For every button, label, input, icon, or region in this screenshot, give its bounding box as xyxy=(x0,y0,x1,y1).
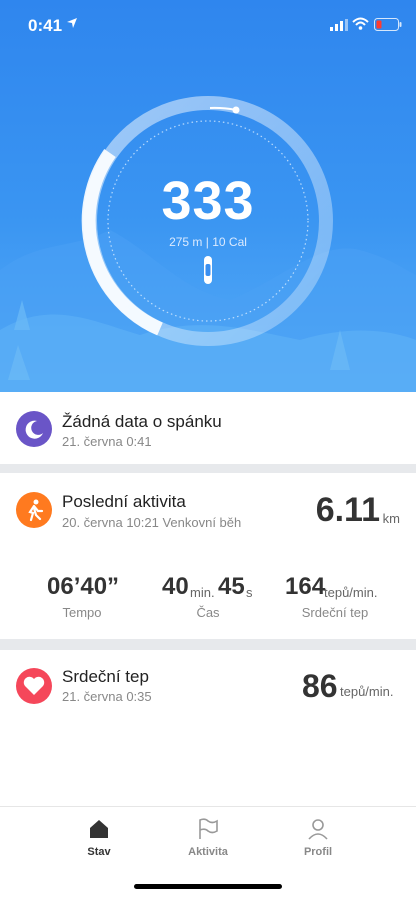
hero-panel: 0:41 333 275 m | 10 Cal xyxy=(0,0,416,392)
activity-card[interactable]: Poslední aktivita 20. června 10:21 Venko… xyxy=(0,473,416,639)
running-icon xyxy=(16,492,52,528)
svg-text:z: z xyxy=(33,423,37,431)
tab-label: Aktivita xyxy=(188,846,228,858)
heart-rate-card[interactable]: Srdeční tep 21. června 0:35 86 tepů/min. xyxy=(0,650,416,750)
moon-icon: z xyxy=(16,411,52,447)
divider xyxy=(0,464,416,473)
wifi-icon xyxy=(352,17,369,30)
time-minutes: 40 xyxy=(162,573,189,600)
sleep-card[interactable]: z Žádná data o spánku 21. června 0:41 xyxy=(0,392,416,464)
heart-unit: tepů/min. xyxy=(340,684,394,699)
location-arrow-icon xyxy=(67,18,77,28)
home-indicator xyxy=(134,884,282,889)
tab-label: Stav xyxy=(87,846,111,858)
hr-unit: tepů/min. xyxy=(324,585,378,600)
pace-label: Tempo xyxy=(62,605,102,620)
time-seconds-unit: s xyxy=(246,585,253,600)
time-label: Čas xyxy=(196,605,220,620)
status-time: 0:41 xyxy=(28,16,63,35)
hr-label: Srdeční tep xyxy=(301,605,369,620)
status-bar: 0:41 xyxy=(0,0,416,50)
activity-distance: 6.11 xyxy=(315,491,380,529)
heart-value: 86 xyxy=(302,668,338,704)
distance-unit: km xyxy=(382,511,400,526)
flag-icon xyxy=(199,818,218,839)
heart-title: Srdeční tep xyxy=(62,667,149,686)
time-minutes-unit: min. xyxy=(190,585,215,600)
tab-aktivita[interactable]: Aktivita xyxy=(168,812,248,858)
distance-calories: 275 m | 10 Cal xyxy=(169,235,247,249)
divider xyxy=(0,639,416,650)
activity-date-type: 20. června 10:21 Venkovní běh xyxy=(62,515,242,530)
tab-profil[interactable]: Profil xyxy=(278,812,358,858)
tab-stav[interactable]: Stav xyxy=(59,812,139,858)
heart-date: 21. června 0:35 xyxy=(62,689,152,704)
tab-label: Profil xyxy=(303,846,333,858)
step-count: 333 xyxy=(161,171,255,231)
heart-icon xyxy=(16,668,52,704)
sleep-date: 21. června 0:41 xyxy=(62,434,152,449)
signal-icon xyxy=(330,19,348,31)
pace-value: 06’40” xyxy=(47,573,120,600)
activity-title: Poslední aktivita xyxy=(62,492,186,511)
home-icon xyxy=(90,820,108,838)
time-seconds: 45 xyxy=(218,573,245,600)
hr-value: 164 xyxy=(285,573,326,600)
sleep-title: Žádná data o spánku xyxy=(62,412,222,431)
tabbar-divider xyxy=(0,806,416,807)
person-icon xyxy=(308,819,328,840)
fitness-band-icon xyxy=(204,256,212,284)
battery-icon xyxy=(374,18,402,31)
